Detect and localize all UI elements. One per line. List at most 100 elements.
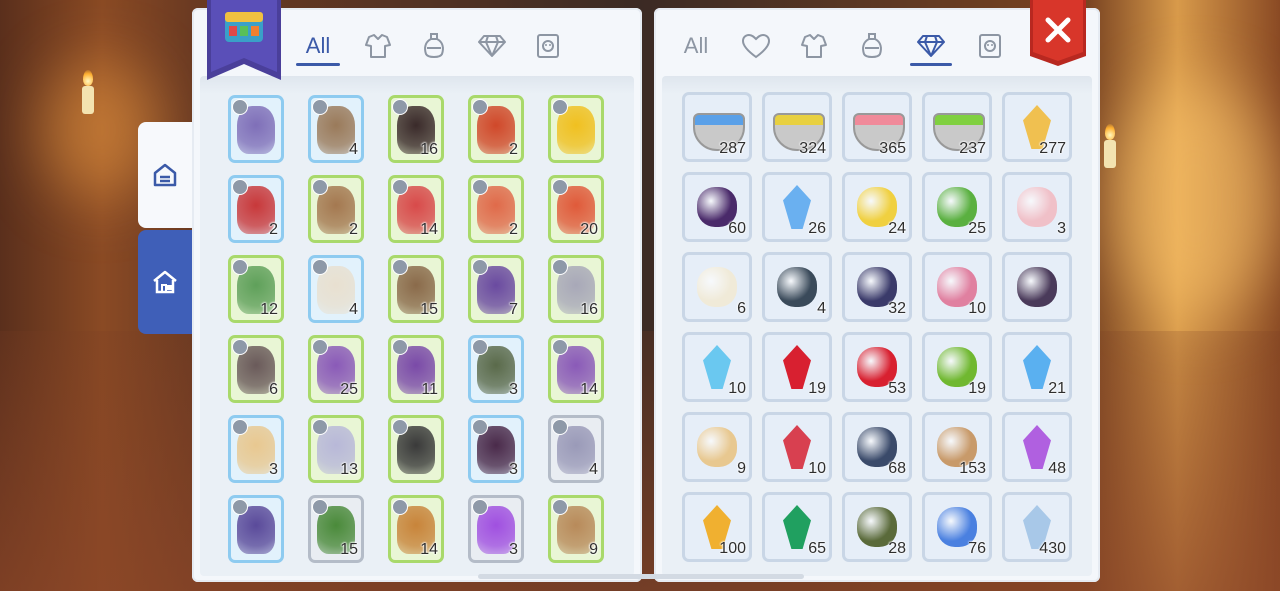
clown-card[interactable]: 14: [388, 175, 444, 243]
blonde-girl-card[interactable]: 3: [228, 415, 284, 483]
blue-powder-mortar[interactable]: 287: [682, 92, 752, 162]
green-orb[interactable]: 25: [922, 172, 992, 242]
item-count: 48: [1048, 460, 1066, 477]
card-badge-icon: [232, 339, 248, 355]
dark-blade[interactable]: 68: [842, 412, 912, 482]
green-crystal[interactable]: 65: [762, 492, 832, 562]
mushroom-card[interactable]: 2: [308, 175, 364, 243]
phoenix-card[interactable]: 2: [468, 95, 524, 163]
chest-monster-card[interactable]: 11: [388, 335, 444, 403]
right-tab-equipment[interactable]: [794, 26, 834, 66]
purple-flame-card[interactable]: 3: [468, 495, 524, 563]
pink-scroll[interactable]: 3: [1002, 172, 1072, 242]
item-storage-panel: All 287 324 365 237 277 60 26 24 25 3 6 4 32 10 10 19 53…: [654, 8, 1100, 582]
card-count: 3: [509, 381, 518, 398]
red-dragon-card[interactable]: 2: [228, 175, 284, 243]
blue-cubes[interactable]: 76: [922, 492, 992, 562]
heart-icon: [741, 33, 771, 59]
hedgehog-card[interactable]: 14: [548, 335, 604, 403]
left-tab-cards[interactable]: [528, 26, 568, 66]
spiky-card[interactable]: 16: [548, 255, 604, 323]
skeleton-card[interactable]: 3: [468, 335, 524, 403]
bird-card[interactable]: [548, 95, 604, 163]
item-count: 24: [888, 220, 906, 237]
blue-crystal-shard[interactable]: 26: [762, 172, 832, 242]
card-count: 13: [340, 461, 358, 478]
item-count: 365: [879, 140, 906, 157]
dark-dust-pile[interactable]: [1002, 252, 1072, 322]
yellow-flowers[interactable]: 24: [842, 172, 912, 242]
pink-powder-mortar[interactable]: 365: [842, 92, 912, 162]
beetle-shell[interactable]: 28: [842, 492, 912, 562]
item-count: 3: [1057, 220, 1066, 237]
reaper-card[interactable]: [388, 415, 444, 483]
dark-rune-stone[interactable]: 4: [762, 252, 832, 322]
lion-card[interactable]: 14: [388, 495, 444, 563]
card-count: 15: [340, 541, 358, 558]
pierrot-card[interactable]: 13: [308, 415, 364, 483]
horse-card[interactable]: [228, 495, 284, 563]
close-button[interactable]: [1030, 0, 1086, 66]
orc-card[interactable]: 15: [308, 495, 364, 563]
left-tab-equipment[interactable]: [358, 26, 398, 66]
red-crystal[interactable]: 10: [762, 412, 832, 482]
left-tab-all[interactable]: All: [292, 26, 344, 66]
skull-badge[interactable]: 153: [922, 412, 992, 482]
boar-card[interactable]: 9: [548, 495, 604, 563]
christmas-stocking[interactable]: 53: [842, 332, 912, 402]
tree-card[interactable]: 4: [308, 95, 364, 163]
right-tab-materials[interactable]: [906, 26, 956, 66]
card-count: 12: [260, 301, 278, 318]
left-tab-consumables[interactable]: [414, 26, 454, 66]
small-blue-crystal[interactable]: 430: [1002, 492, 1072, 562]
blue-teardrop-gem[interactable]: 21: [1002, 332, 1072, 402]
elf-card[interactable]: 2: [468, 175, 524, 243]
right-tab-favorites[interactable]: [736, 26, 776, 66]
item-count: 100: [719, 540, 746, 557]
shadow-card[interactable]: 16: [388, 95, 444, 163]
potion-icon: [862, 33, 882, 58]
striped-socks[interactable]: 10: [922, 252, 992, 322]
card-badge-icon: [472, 259, 488, 275]
right-tab-all[interactable]: All: [676, 26, 716, 66]
item-count: 32: [888, 300, 906, 317]
right-tab-cards[interactable]: [970, 26, 1010, 66]
mask-card[interactable]: 15: [388, 255, 444, 323]
witch-card[interactable]: 7: [468, 255, 524, 323]
yellow-crystal[interactable]: 100: [682, 492, 752, 562]
green-powder-mortar[interactable]: 237: [922, 92, 992, 162]
fang[interactable]: 9: [682, 412, 752, 482]
gray-hair-girl-card[interactable]: 4: [548, 415, 604, 483]
garlic-card[interactable]: 4: [308, 255, 364, 323]
right-tab-consumables[interactable]: [852, 26, 892, 66]
card-grid: 4 16 2 2 2 14 2 20 12 4 15 7 16 6 25 11 3 14 3 13 3 4 15 14 3 9: [200, 76, 634, 576]
left-tab-materials[interactable]: [472, 26, 512, 66]
item-count: 21: [1048, 380, 1066, 397]
side-tab-bag[interactable]: [138, 122, 192, 228]
card-badge-icon: [232, 99, 248, 115]
gift-box-card[interactable]: 20: [548, 175, 604, 243]
item-count: 287: [719, 140, 746, 157]
card-count: 2: [349, 221, 358, 238]
dark-ghost-card[interactable]: 3: [468, 415, 524, 483]
card-badge-icon: [472, 499, 488, 515]
red-gem[interactable]: 19: [762, 332, 832, 402]
yellow-powder-mortar[interactable]: 324: [762, 92, 832, 162]
green-potion[interactable]: 19: [922, 332, 992, 402]
purple-gem[interactable]: 48: [1002, 412, 1072, 482]
gold-crystal[interactable]: 277: [1002, 92, 1072, 162]
item-count: 25: [968, 220, 986, 237]
item-count: 10: [808, 460, 826, 477]
gold-amulet[interactable]: 32: [842, 252, 912, 322]
blue-diamond[interactable]: 10: [682, 332, 752, 402]
bone[interactable]: 6: [682, 252, 752, 322]
side-tab-storage[interactable]: [138, 230, 192, 334]
goblin-card[interactable]: 12: [228, 255, 284, 323]
card-badge-icon: [552, 499, 568, 515]
horizontal-scrollbar[interactable]: [478, 574, 804, 579]
knight-card[interactable]: [228, 95, 284, 163]
imp-card[interactable]: 25: [308, 335, 364, 403]
card-badge-icon: [392, 339, 408, 355]
cat-card[interactable]: 6: [228, 335, 284, 403]
purple-egg[interactable]: 60: [682, 172, 752, 242]
